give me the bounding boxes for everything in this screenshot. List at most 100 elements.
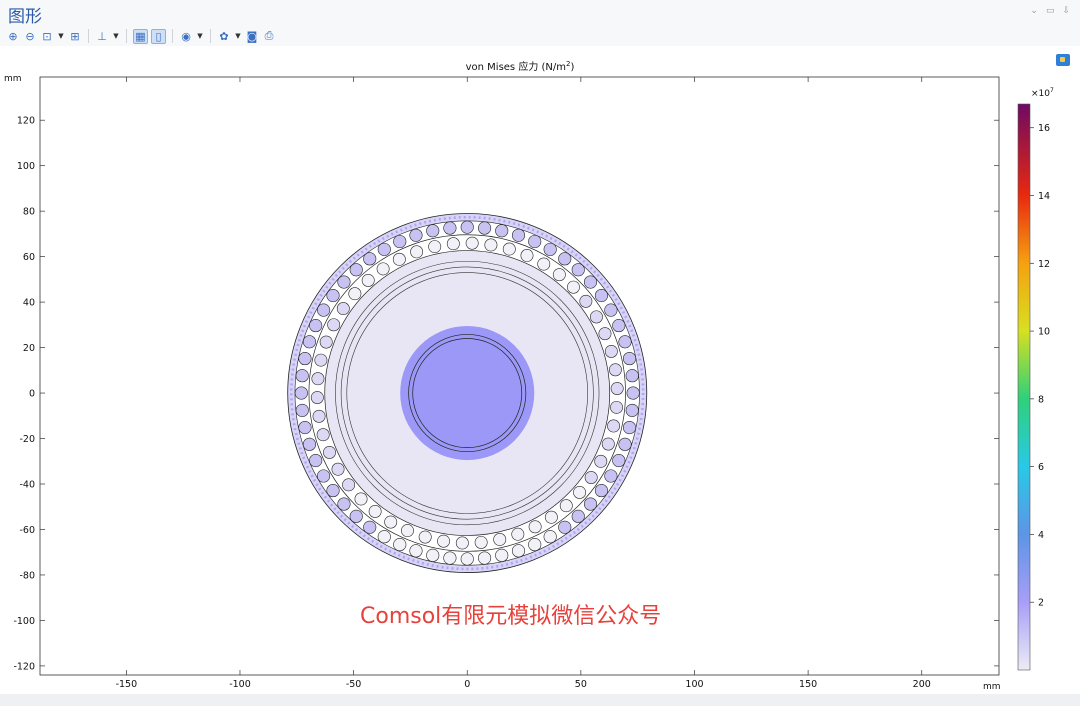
armor-wire xyxy=(363,520,377,534)
scene-dropdown-chevron-icon[interactable]: ▼ xyxy=(196,32,204,40)
zoom-in-icon[interactable]: ⊕ xyxy=(6,29,20,43)
armor-wire xyxy=(558,252,572,266)
y-tick-label: -60 xyxy=(19,525,35,536)
armor-wire xyxy=(337,497,351,511)
restore-icon[interactable]: ▭ xyxy=(1046,6,1055,16)
x-tick-label: 0 xyxy=(464,679,470,690)
armor-wire xyxy=(478,221,492,235)
toolbar-divider xyxy=(126,29,127,43)
y-tick-label: -20 xyxy=(19,434,35,445)
armor-wire xyxy=(622,352,637,366)
armor-wire xyxy=(626,386,640,400)
armor-wire xyxy=(349,509,363,523)
armor-wire xyxy=(625,369,639,383)
print-icon[interactable]: ⎙ xyxy=(262,29,276,43)
inner-wire xyxy=(392,252,406,266)
color-bar-tick-label: 6 xyxy=(1038,462,1044,473)
armor-wire xyxy=(393,234,407,249)
inner-wire xyxy=(311,372,325,386)
armor-wire xyxy=(326,484,340,498)
y-tick-label: 40 xyxy=(23,298,35,309)
inner-wire xyxy=(544,510,558,524)
color-bar-tick-label: 16 xyxy=(1038,123,1050,134)
color-bar-multiplier-base: ×10 xyxy=(1031,89,1050,99)
snapshot-camera-icon[interactable]: ◙ xyxy=(245,29,259,43)
inner-wire xyxy=(579,294,593,308)
color-bar-ticks: 16 14 12 10 8 6 4 2 xyxy=(1030,123,1050,609)
render-settings-icon[interactable]: ✿ xyxy=(217,29,231,43)
color-bar-multiplier: ×107 xyxy=(1031,87,1054,99)
y-tick-label: -80 xyxy=(19,570,35,581)
color-bar-tick-label: 2 xyxy=(1038,598,1044,609)
render-dropdown-chevron-icon[interactable]: ▼ xyxy=(234,32,242,40)
cable-cross-section xyxy=(287,213,648,573)
armor-wire xyxy=(409,544,423,558)
armor-wire xyxy=(443,221,457,235)
inner-wire xyxy=(502,242,516,256)
armor-wire xyxy=(363,252,377,266)
stress-plot[interactable]: von Mises 应力 (N/m2) mm mm -150 -100 -50 0 50… xyxy=(0,46,1080,694)
collapse-icon[interactable]: ⌄ xyxy=(1030,6,1038,16)
inner-wire xyxy=(511,527,525,541)
zoom-box-icon[interactable]: ⊡ xyxy=(40,29,54,43)
armor-wire xyxy=(426,224,440,238)
armor-wire xyxy=(460,220,474,234)
armor-wire xyxy=(317,303,331,317)
armor-wire xyxy=(571,509,585,523)
pin-icon[interactable]: ⇩ xyxy=(1062,6,1070,16)
show-legend-icon[interactable]: ▯ xyxy=(151,28,166,44)
inner-wire xyxy=(537,257,551,271)
armor-wire xyxy=(625,403,639,417)
zoom-extents-icon[interactable]: ⊞ xyxy=(68,29,82,43)
color-bar-tick-label: 14 xyxy=(1038,191,1050,202)
inner-wire xyxy=(567,280,580,294)
x-tick-label: -50 xyxy=(346,679,362,690)
scene-light-icon[interactable]: ◉ xyxy=(179,29,193,43)
inner-wire xyxy=(348,287,362,301)
armor-wire xyxy=(443,551,457,565)
inner-wire xyxy=(584,471,598,484)
armor-wire xyxy=(495,548,509,562)
armor-wire xyxy=(604,303,618,317)
inner-wire xyxy=(361,273,375,287)
y-tick-label: 20 xyxy=(23,343,35,354)
armor-wire xyxy=(528,234,542,249)
inner-wire xyxy=(446,237,460,251)
inner-wire xyxy=(401,524,414,538)
armor-wire xyxy=(294,386,308,400)
armor-wire xyxy=(460,552,474,566)
armor-wire xyxy=(295,369,309,383)
color-bar xyxy=(1017,103,1031,671)
armor-wire xyxy=(377,530,391,544)
inner-wire xyxy=(552,268,566,282)
axis-orientation-icon[interactable]: ⊥ xyxy=(95,29,109,43)
axis-dropdown-chevron-icon[interactable]: ▼ xyxy=(112,32,120,40)
color-bar-multiplier-exponent: 7 xyxy=(1050,87,1054,94)
armor-wire xyxy=(612,453,626,468)
x-tick-label: 200 xyxy=(913,679,931,690)
grid-toggle-icon[interactable]: ▦ xyxy=(133,28,148,44)
inner-wire xyxy=(310,391,324,404)
armor-wire xyxy=(309,319,323,333)
armor-wire xyxy=(622,420,637,435)
armor-wire xyxy=(349,263,363,277)
armor-wire xyxy=(511,544,526,558)
inner-wire xyxy=(376,262,390,276)
inner-wire xyxy=(594,454,608,468)
zoom-out-icon[interactable]: ⊖ xyxy=(23,29,37,43)
inner-wire xyxy=(493,533,507,546)
armor-wire xyxy=(612,319,626,333)
armor-wire xyxy=(478,551,492,565)
x-tick-label: 100 xyxy=(685,679,703,690)
armor-wire xyxy=(377,242,391,256)
color-bar-tick-label: 12 xyxy=(1038,259,1050,270)
inner-wire xyxy=(342,478,356,492)
zoom-dropdown-chevron-icon[interactable]: ▼ xyxy=(57,32,65,40)
y-tick-label: 60 xyxy=(23,252,35,263)
armor-wire xyxy=(298,420,312,435)
inner-wire xyxy=(598,327,612,341)
watermark-text: Comsol有限元模拟微信公众号 xyxy=(360,604,662,629)
inner-wire xyxy=(607,419,620,433)
x-tick-label: -150 xyxy=(116,679,138,690)
plot-title-main: von Mises 应力 (N/m xyxy=(466,60,566,73)
